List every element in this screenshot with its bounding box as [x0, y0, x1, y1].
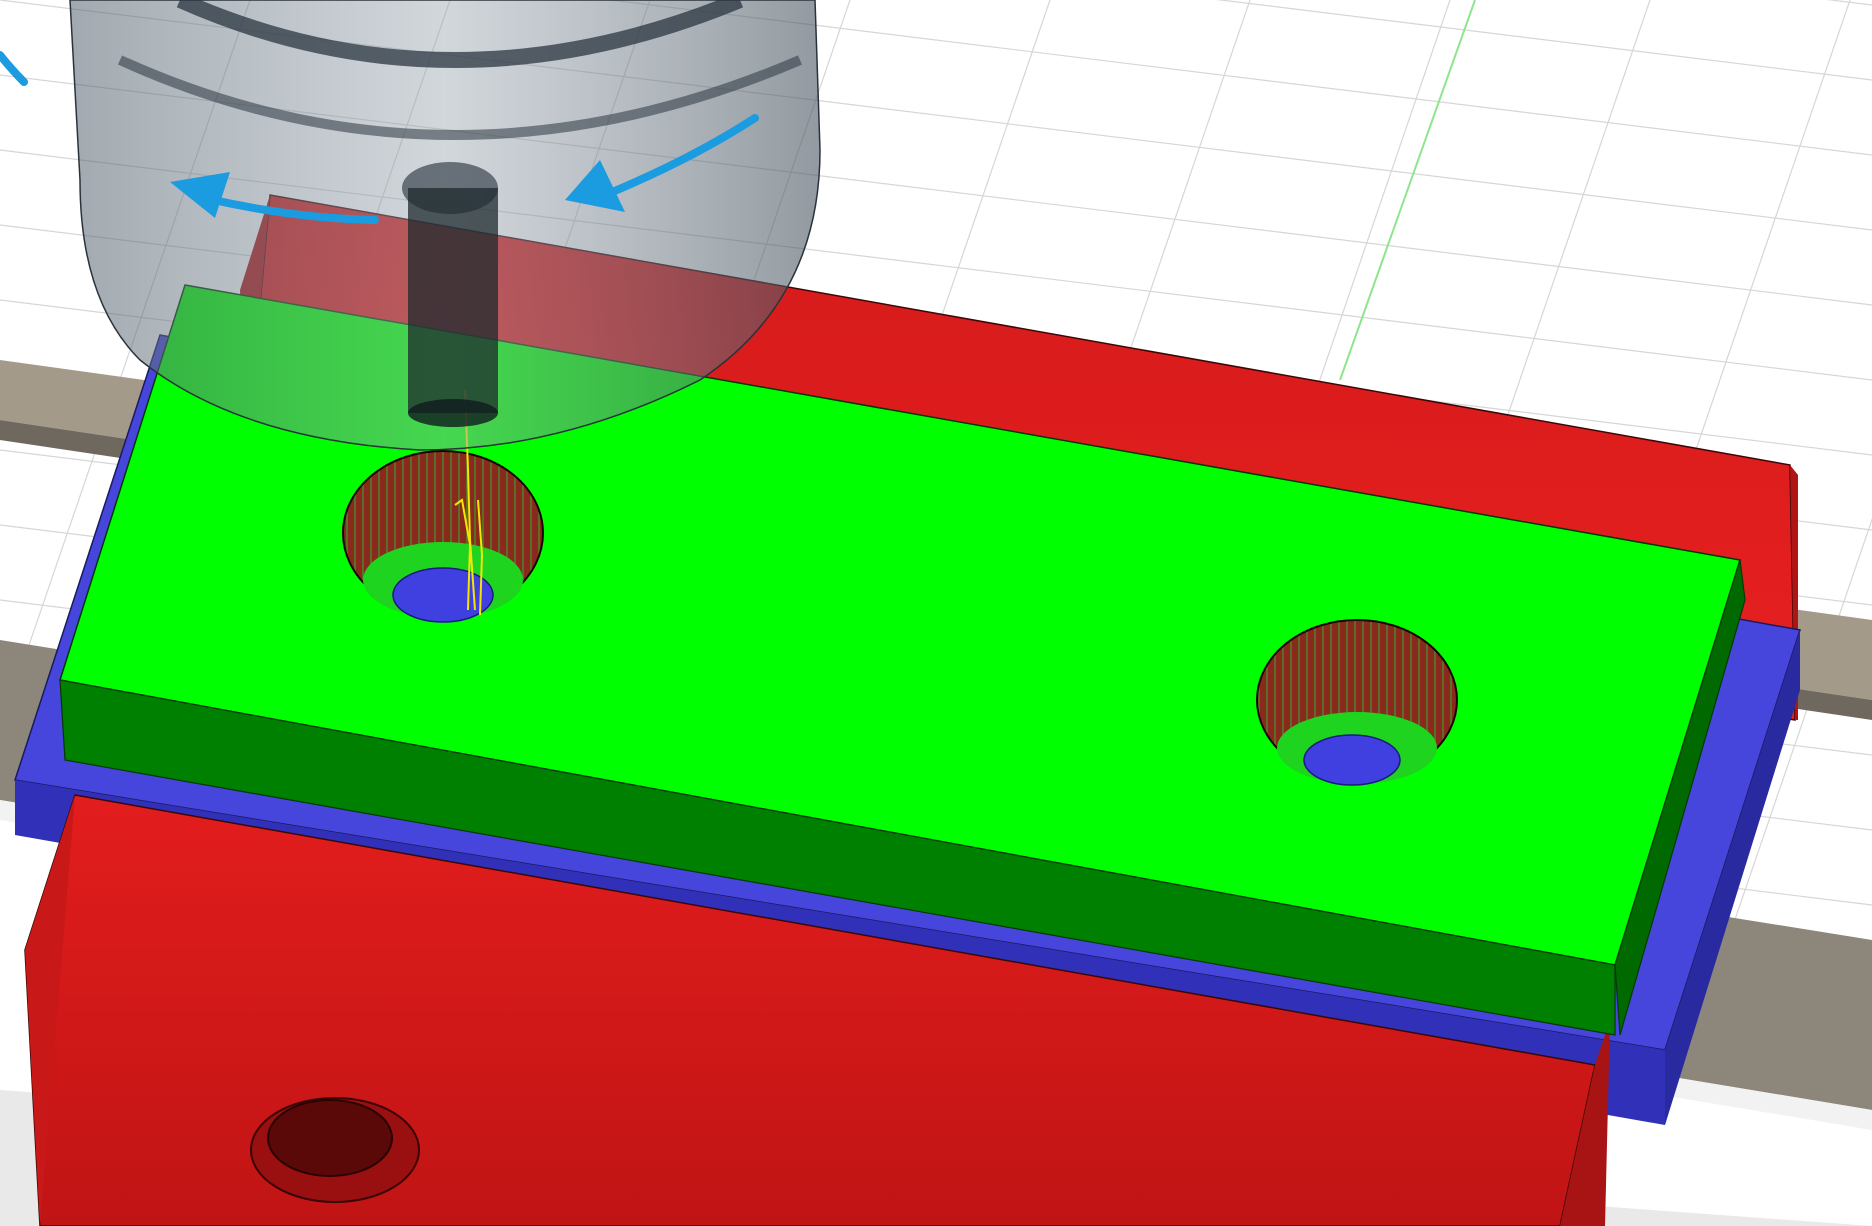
jaw-screw-hole [250, 1097, 420, 1203]
tool-shank [408, 188, 498, 427]
viewport-canvas[interactable] [0, 0, 1872, 1226]
drilled-hole-2 [1256, 619, 1458, 786]
drilled-hole-1 [342, 450, 544, 623]
simulation-viewport[interactable] [0, 0, 1872, 1226]
